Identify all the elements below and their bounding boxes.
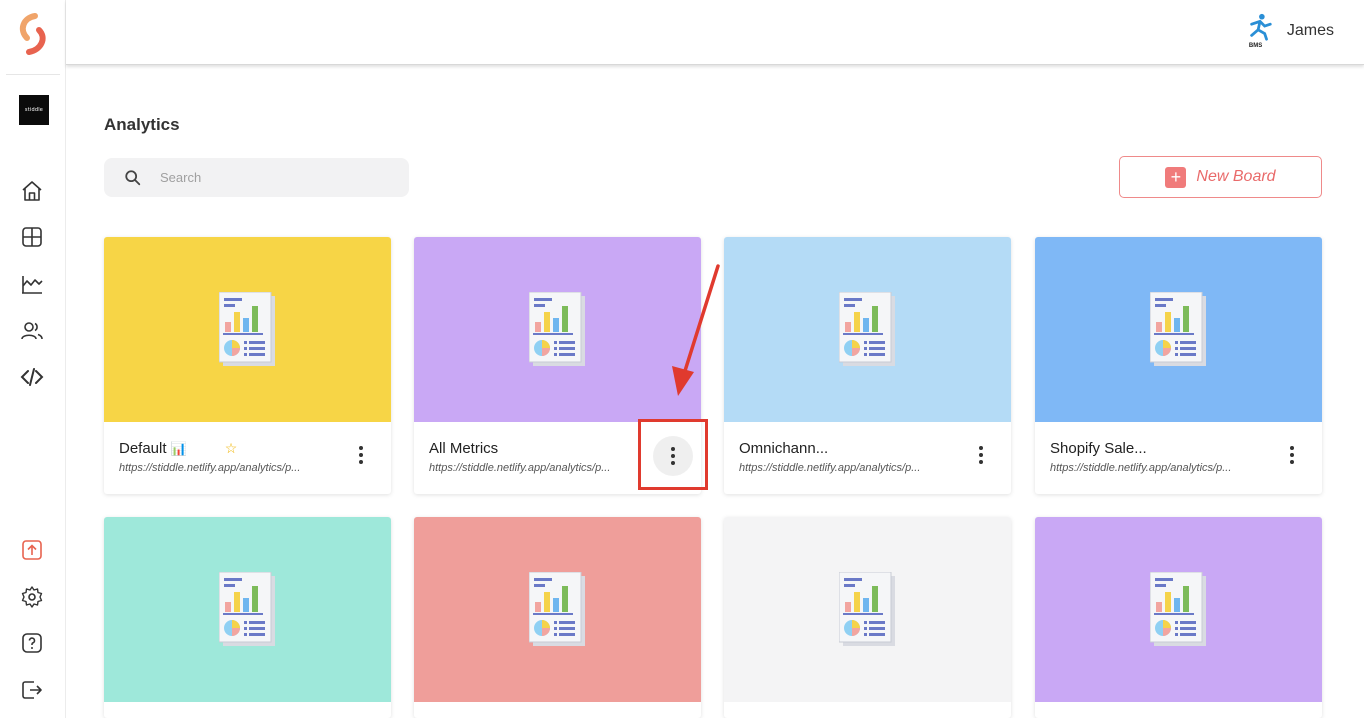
report-document-icon [218,291,275,366]
user-badge: BMS [1248,43,1263,49]
page-title: Analytics [104,115,180,134]
plus-icon: + [1165,166,1187,188]
sidebar-item-upload[interactable] [19,537,45,563]
analytics-chart-icon [22,276,43,294]
board-menu-button[interactable] [346,440,376,470]
topbar: BMS James [66,0,1364,65]
board-card[interactable]: Default 📊 ☆ https://stiddle.netlify.app/an… [104,237,391,494]
board-cover [104,517,391,702]
more-vertical-icon [979,446,983,464]
code-icon [20,368,44,386]
board-cover [724,517,1011,702]
sidebar-item-help[interactable] [19,630,45,656]
upload-icon [22,540,42,560]
report-document-icon [838,291,895,366]
board-card[interactable]: Shopify Sale... https://stiddle.netlify.… [1035,237,1322,494]
app-logo[interactable] [15,12,51,56]
board-card[interactable] [104,517,391,718]
sidebar-item-settings[interactable] [19,584,45,610]
report-document-icon [1149,291,1206,366]
sidebar-item-home[interactable] [19,178,45,204]
board-card[interactable] [724,517,1011,718]
bar-chart-emoji-icon: 📊 [170,441,187,456]
board-url: https://stiddle.netlify.app/analytics/p.… [1050,462,1232,474]
sidebar-item-analytics[interactable] [19,271,45,297]
board-cover [104,237,391,422]
app-root: stiddle BMS James Analytics Search + New… [0,0,1364,718]
board-cover [724,237,1011,422]
board-title: Shopify Sale... [1050,440,1147,457]
search-input[interactable] [160,170,380,185]
search-icon [125,169,141,185]
board-url: https://stiddle.netlify.app/analytics/p.… [119,462,301,474]
user-menu[interactable]: BMS James [1245,13,1334,49]
board-card[interactable] [1035,517,1322,718]
logout-icon [22,681,42,699]
board-menu-button[interactable] [966,440,996,470]
workspace-logo[interactable]: stiddle [19,95,49,125]
sidebar-item-logout[interactable] [19,677,45,703]
report-document-icon [218,571,275,646]
report-document-icon [528,571,585,646]
board-menu-button[interactable] [1277,440,1307,470]
runner-logo-icon [1250,13,1272,41]
user-name: James [1286,22,1334,39]
avatar: BMS [1245,13,1275,49]
board-title: Omnichann... [739,440,829,457]
board-url: https://stiddle.netlify.app/analytics/p.… [739,462,921,474]
star-icon[interactable]: ☆ [225,440,238,456]
board-cover [1035,237,1322,422]
sidebar-divider [6,74,60,75]
home-icon [22,181,42,201]
gear-icon [21,586,43,608]
sidebar-item-users[interactable] [19,318,45,344]
more-vertical-icon [1290,446,1294,464]
board-cover [414,237,701,422]
board-title: Default 📊 ☆ [119,440,237,457]
more-vertical-icon [359,446,363,464]
report-document-icon [1149,571,1206,646]
annotation-highlight-box [638,419,708,490]
board-cover [1035,517,1322,702]
report-document-icon [528,291,585,366]
dashboard-grid-icon [22,227,42,247]
new-board-label: New Board [1196,168,1276,185]
report-document-icon [838,571,895,646]
board-card[interactable] [414,517,701,718]
annotation-arrow [672,264,720,396]
users-icon [21,322,43,340]
help-icon [22,633,42,653]
board-title-text: Default [119,440,167,457]
new-board-button[interactable]: + New Board [1119,156,1322,198]
sidebar: stiddle [0,0,66,718]
sidebar-item-developer[interactable] [19,364,45,390]
board-url: https://stiddle.netlify.app/analytics/p.… [429,462,611,474]
board-cover [414,517,701,702]
board-card[interactable]: Omnichann... https://stiddle.netlify.app… [724,237,1011,494]
sidebar-item-dashboards[interactable] [19,224,45,250]
search-bar[interactable] [104,158,409,197]
board-title: All Metrics [429,440,499,457]
